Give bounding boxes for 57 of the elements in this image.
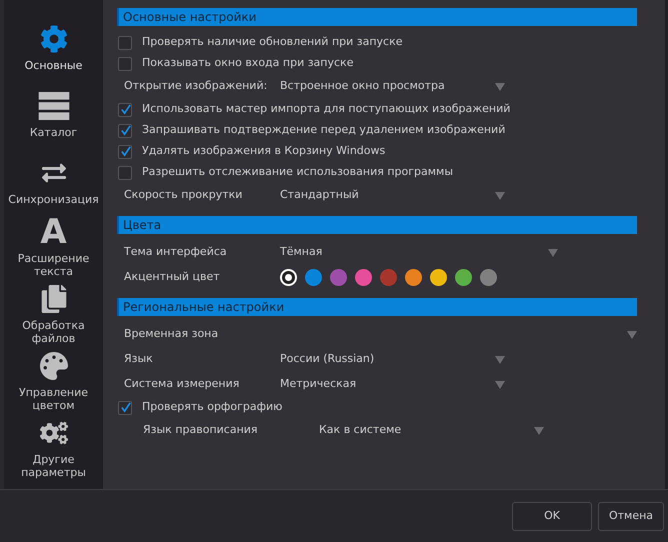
checkbox-label: Проверять наличие обновлений при запуске [142,34,403,50]
color-swatch[interactable] [480,269,497,286]
color-swatch[interactable] [280,269,297,286]
sidebar-item[interactable]: A Расширение текста [4,206,103,278]
dropdown-arrow-icon [548,248,558,256]
dropdown-arrow-icon [495,192,505,200]
dropdown[interactable]: Как в системе [319,422,544,439]
setting-label: Язык правописания [143,422,259,438]
sidebar-item[interactable]: Другие параметры [4,412,103,479]
dropdown-arrow-icon [627,330,637,338]
setting-label: Тема интерфейса [124,244,228,260]
color-swatch[interactable] [330,269,347,286]
sidebar-item[interactable]: Обработка файлов [4,278,103,345]
sidebar-item[interactable]: Каталог [4,72,103,139]
checkbox-label: Разрешить отслеживание использования программы [142,164,454,180]
checkbox[interactable] [118,124,132,138]
dialog-button[interactable]: OK [512,502,592,530]
dropdown-arrow-icon [495,82,505,90]
setting-label: Язык [124,351,154,368]
sidebar-item[interactable]: Синхронизация [4,139,103,206]
checkbox[interactable] [118,400,132,414]
dialog-button[interactable]: Отмена [598,502,664,530]
color-swatch[interactable] [305,269,322,286]
dropdown[interactable]: Тёмная [280,244,558,261]
checkbox[interactable] [118,36,132,50]
setting-label: Временная зона [124,326,220,342]
dropdown[interactable]: Встроенное окно просмотра [280,78,505,95]
dropdown-arrow-icon [495,380,505,388]
checkbox[interactable] [118,144,132,158]
color-swatch[interactable] [430,269,447,286]
checkbox[interactable] [118,102,132,116]
checkbox-label: Удалять изображения в Корзину Windows [142,143,386,160]
color-swatch[interactable] [405,269,422,286]
checkbox[interactable] [118,56,132,70]
section-header: Региональные настройки [117,298,637,316]
checkbox-label: Проверять орфографию [142,399,282,416]
dropdown[interactable]: Метрическая [280,376,505,393]
color-swatch[interactable] [380,269,397,286]
setting-label: Открытие изображений: [124,78,268,94]
dropdown[interactable]: Стандартный [280,187,505,204]
setting-label: Акцентный цвет [124,269,221,286]
sidebar-item[interactable]: Основные [4,5,103,72]
color-swatch[interactable] [355,269,372,286]
section-header: Цвета [117,216,637,234]
letter-icon: A [40,216,67,248]
dropdown-arrow-icon [534,426,544,434]
sidebar-item[interactable]: Управление цветом [4,345,103,412]
dropdown[interactable]: России (Russian) [280,351,505,368]
checkbox-label: Запрашивать подтверждение перед удалением изображений [142,122,506,138]
dropdown-arrow-icon [495,356,505,364]
checkbox-label: Показывать окно входа при запуске [142,55,354,72]
checkbox-label: Использовать мастер импорта для поступающих изображений [142,101,510,118]
section-header: Основные настройки [117,8,637,26]
checkbox[interactable] [118,166,132,180]
color-swatch[interactable] [455,269,472,286]
setting-label: Скорость прокрутки [124,187,244,204]
setting-label: Система измерения [124,376,240,392]
